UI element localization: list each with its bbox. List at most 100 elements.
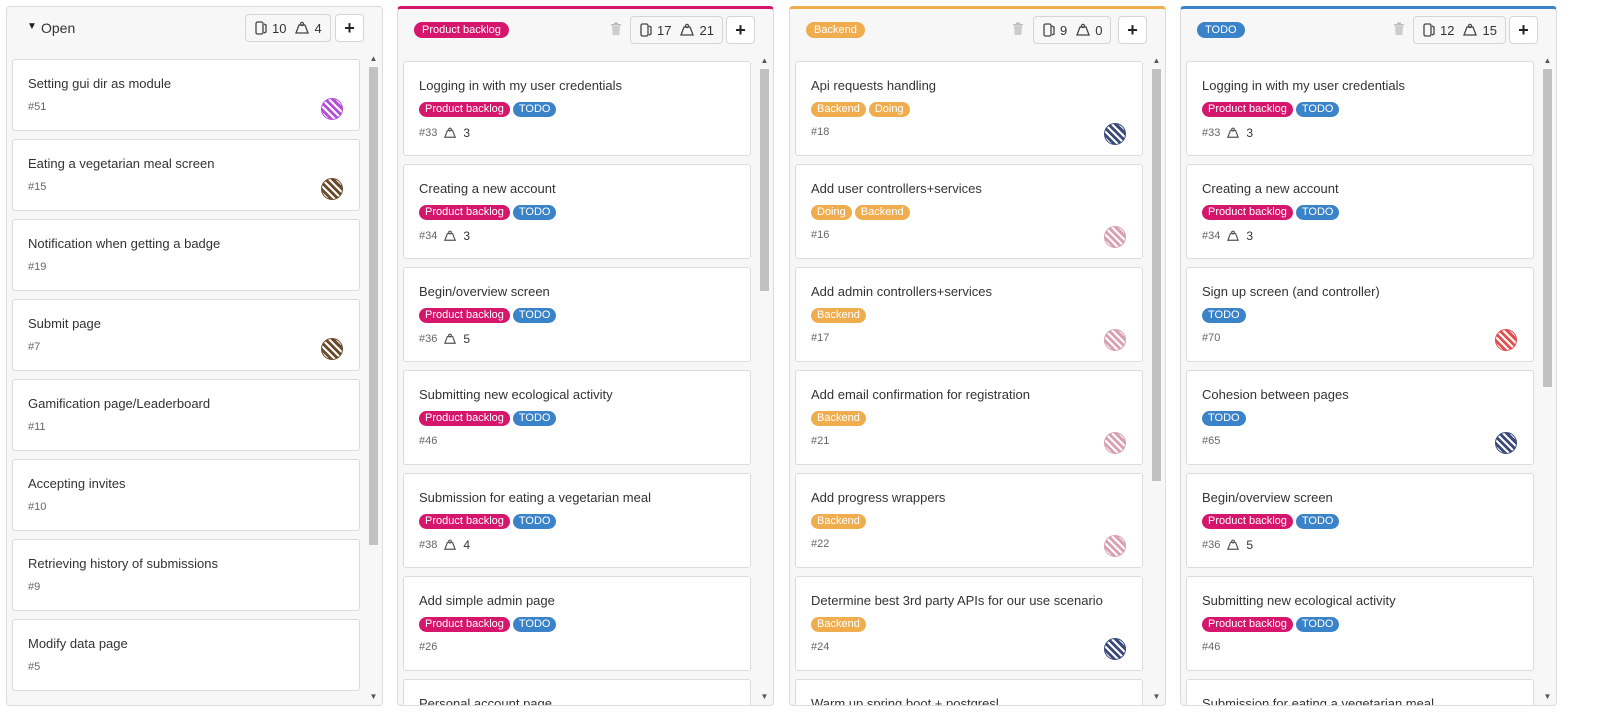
issue-label[interactable]: Product backlog — [1202, 514, 1293, 529]
issue-label[interactable]: Product backlog — [1202, 102, 1293, 117]
issue-card[interactable]: Gamification page/Leaderboard #11 — [12, 379, 360, 451]
add-issue-button[interactable]: + — [1509, 16, 1538, 44]
issue-title[interactable]: Notification when getting a badge — [28, 236, 220, 251]
trash-icon[interactable] — [610, 22, 622, 36]
issue-label[interactable]: Backend — [811, 411, 866, 426]
issue-title[interactable]: Accepting invites — [28, 476, 126, 491]
issue-label[interactable]: Product backlog — [419, 205, 510, 220]
scroll-thumb[interactable] — [1543, 69, 1552, 387]
issue-label[interactable]: TODO — [512, 514, 557, 529]
issue-card[interactable]: Add simple admin page Product backlog TODO… — [403, 576, 751, 671]
scroll-thumb[interactable] — [760, 69, 769, 291]
issue-card[interactable]: Sign up screen (and controller) TODO #70 — [1186, 267, 1534, 362]
scroll-down-icon[interactable]: ▼ — [758, 691, 771, 703]
issue-card[interactable]: Warm up spring boot + postgresl — [795, 679, 1143, 705]
issue-label[interactable]: TODO — [1202, 308, 1246, 323]
issue-label[interactable]: Backend — [811, 514, 866, 529]
scroll-down-icon[interactable]: ▼ — [367, 691, 380, 703]
scroll-up-icon[interactable]: ▲ — [1150, 55, 1163, 67]
issue-title[interactable]: Cohesion between pages — [1202, 387, 1349, 402]
issue-label[interactable]: Doing — [811, 205, 852, 220]
issue-title[interactable]: Warm up spring boot + postgresl — [811, 696, 999, 705]
issue-label[interactable]: Product backlog — [419, 411, 510, 426]
assignee-avatar[interactable] — [1495, 432, 1517, 454]
issue-title[interactable]: Logging in with my user credentials — [419, 78, 622, 93]
assignee-avatar[interactable] — [1104, 535, 1126, 557]
issue-label[interactable]: TODO — [512, 308, 557, 323]
issue-label[interactable]: Product backlog — [419, 617, 510, 632]
issue-title[interactable]: Begin/overview screen — [419, 284, 550, 299]
issue-title[interactable]: Personal account page — [419, 696, 552, 705]
issue-card[interactable]: Notification when getting a badge #19 — [12, 219, 360, 291]
assignee-avatar[interactable] — [321, 338, 343, 360]
scroll-up-icon[interactable]: ▲ — [758, 55, 771, 67]
issue-label[interactable]: TODO — [1202, 411, 1246, 426]
issue-title[interactable]: Modify data page — [28, 636, 128, 651]
issue-label[interactable]: Product backlog — [419, 308, 510, 323]
issue-label[interactable]: Backend — [811, 617, 866, 632]
issue-label[interactable]: Backend — [854, 205, 910, 220]
assignee-avatar[interactable] — [321, 98, 343, 120]
issue-title[interactable]: Add email confirmation for registration — [811, 387, 1030, 402]
issue-card[interactable]: Accepting invites #10 — [12, 459, 360, 531]
issue-card[interactable]: Add email confirmation for registration B… — [795, 370, 1143, 465]
issue-title[interactable]: Submission for eating a vegetarian meal — [1202, 696, 1434, 705]
issue-label[interactable]: TODO — [1295, 617, 1340, 632]
add-issue-button[interactable]: + — [1118, 16, 1147, 44]
issue-label[interactable]: TODO — [512, 205, 557, 220]
issue-card[interactable]: Logging in with my user credentials Produ… — [403, 61, 751, 156]
issue-label[interactable]: TODO — [512, 617, 557, 632]
issue-title[interactable]: Sign up screen (and controller) — [1202, 284, 1380, 299]
issue-card[interactable]: Determine best 3rd party APIs for our us… — [795, 576, 1143, 671]
issue-card[interactable]: Submit page #7 — [12, 299, 360, 371]
issue-title[interactable]: Api requests handling — [811, 78, 936, 93]
issue-card[interactable]: Personal account page — [403, 679, 751, 705]
issue-title[interactable]: Add progress wrappers — [811, 490, 945, 505]
issue-card[interactable]: Begin/overview screen Product backlog TODO… — [403, 267, 751, 362]
assignee-avatar[interactable] — [321, 178, 343, 200]
scrollbar[interactable]: ▲ ▼ — [367, 53, 380, 703]
assignee-avatar[interactable] — [1495, 329, 1517, 351]
issue-card[interactable]: Submission for eating a vegetarian meal — [1186, 679, 1534, 705]
issue-title[interactable]: Add admin controllers+services — [811, 284, 992, 299]
assignee-avatar[interactable] — [1104, 226, 1126, 248]
issue-title[interactable]: Determine best 3rd party APIs for our us… — [811, 593, 1103, 608]
scroll-down-icon[interactable]: ▼ — [1541, 691, 1554, 703]
issue-title[interactable]: Submitting new ecological activity — [419, 387, 613, 402]
issue-label[interactable]: Backend — [811, 102, 866, 117]
scroll-down-icon[interactable]: ▼ — [1150, 691, 1163, 703]
assignee-avatar[interactable] — [1104, 123, 1126, 145]
trash-icon[interactable] — [1012, 22, 1024, 36]
issue-label[interactable]: Product backlog — [1202, 617, 1293, 632]
issue-label[interactable]: Doing — [868, 102, 910, 117]
issue-title[interactable]: Submission for eating a vegetarian meal — [419, 490, 651, 505]
scroll-thumb[interactable] — [1152, 69, 1161, 481]
issue-label[interactable]: TODO — [1295, 102, 1340, 117]
assignee-avatar[interactable] — [1104, 432, 1126, 454]
assignee-avatar[interactable] — [1104, 638, 1126, 660]
chevron-down-icon[interactable]: ▼ — [27, 21, 37, 32]
issue-title[interactable]: Submit page — [28, 316, 101, 331]
issue-card[interactable]: Submission for eating a vegetarian meal P… — [403, 473, 751, 568]
issue-title[interactable]: Add simple admin page — [419, 593, 555, 608]
add-issue-button[interactable]: + — [726, 16, 755, 44]
issue-card[interactable]: Begin/overview screen Product backlog TODO… — [1186, 473, 1534, 568]
scrollbar[interactable]: ▲ ▼ — [758, 55, 771, 703]
issue-title[interactable]: Submitting new ecological activity — [1202, 593, 1396, 608]
issue-title[interactable]: Creating a new account — [1202, 181, 1339, 196]
scrollbar[interactable]: ▲ ▼ — [1150, 55, 1163, 703]
issue-label[interactable]: TODO — [512, 411, 557, 426]
trash-icon[interactable] — [1393, 22, 1405, 36]
issue-title[interactable]: Logging in with my user credentials — [1202, 78, 1405, 93]
scroll-up-icon[interactable]: ▲ — [1541, 55, 1554, 67]
issue-label[interactable]: TODO — [1295, 205, 1340, 220]
issue-card[interactable]: Setting gui dir as module #51 — [12, 59, 360, 131]
issue-card[interactable]: Creating a new account Product backlog TOD… — [403, 164, 751, 259]
issue-title[interactable]: Gamification page/Leaderboard — [28, 396, 210, 411]
issue-label[interactable]: TODO — [1295, 514, 1340, 529]
assignee-avatar[interactable] — [1104, 329, 1126, 351]
issue-card[interactable]: Api requests handling Backend Doing #18 — [795, 61, 1143, 156]
issue-card[interactable]: Eating a vegetarian meal screen #15 — [12, 139, 360, 211]
add-issue-button[interactable]: + — [335, 14, 364, 42]
issue-title[interactable]: Eating a vegetarian meal screen — [28, 156, 214, 171]
